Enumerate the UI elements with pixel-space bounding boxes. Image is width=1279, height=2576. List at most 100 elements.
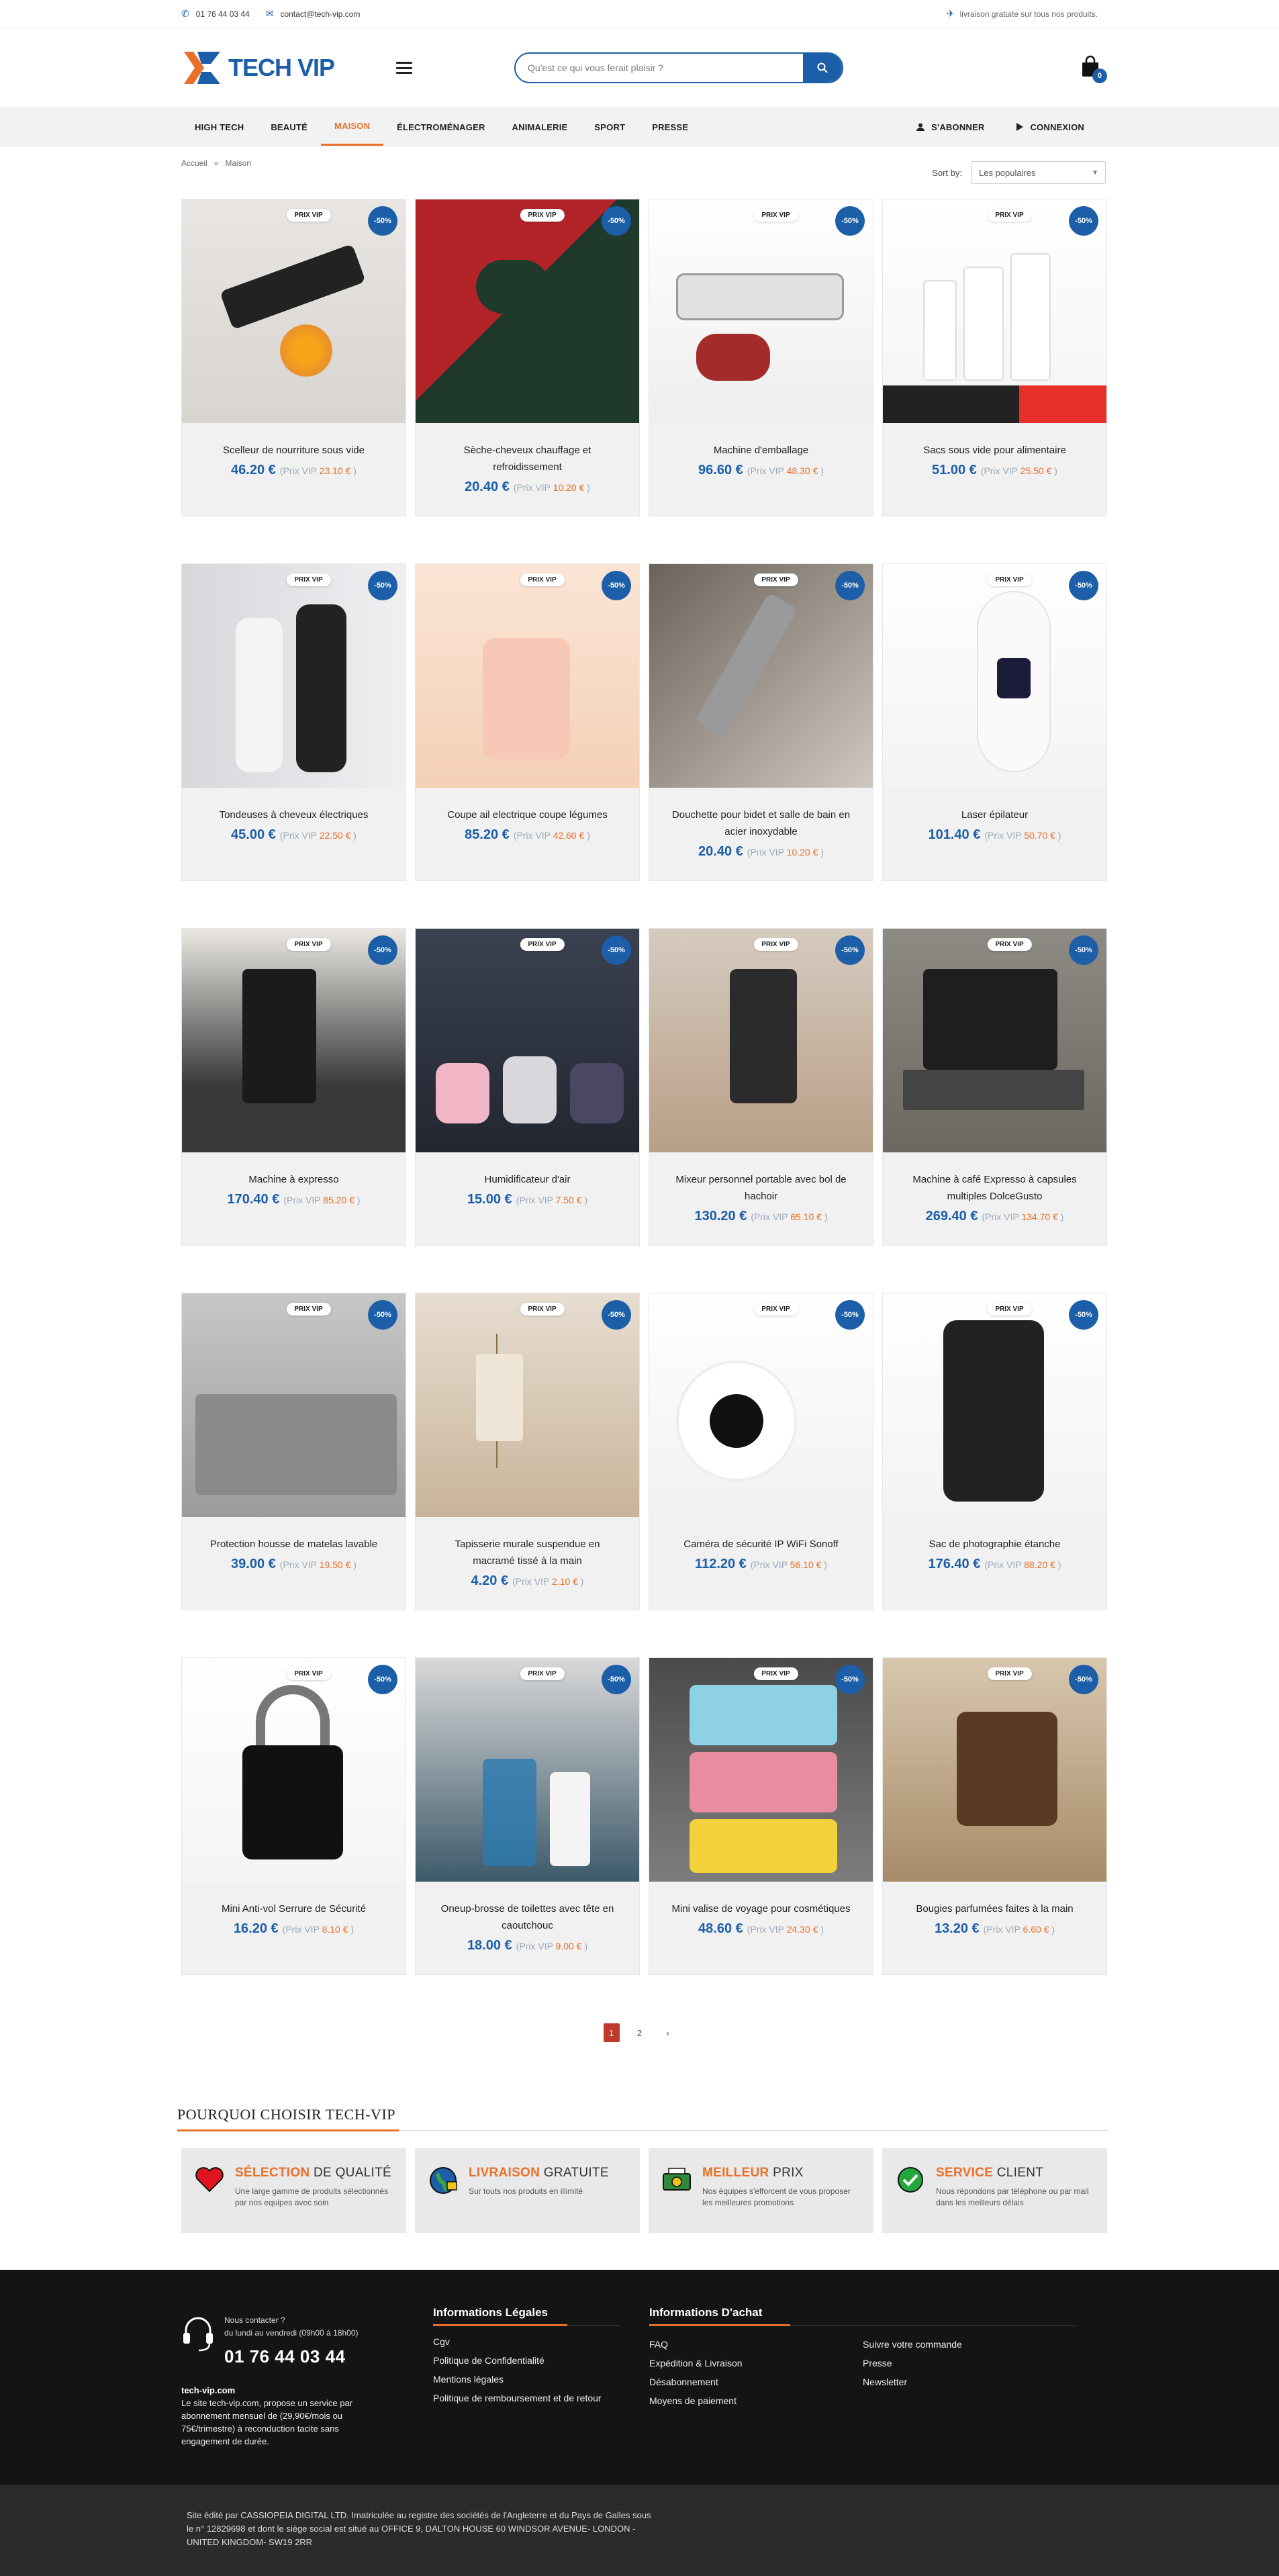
sort-control: Sort by: Les populaires ▼ xyxy=(932,161,1106,184)
product-card[interactable]: PRIX VIP -50% Caméra de sécurité IP WiFi S… xyxy=(649,1293,873,1610)
vip-badge: PRIX VIP xyxy=(753,209,798,222)
footer-link-faq[interactable]: FAQ xyxy=(649,2335,863,2354)
footer-link-newsletter[interactable]: Newsletter xyxy=(863,2373,1078,2391)
product-image[interactable]: PRIX VIP -50% xyxy=(182,1658,406,1882)
product-card[interactable]: PRIX VIP -50% Mini valise de voyage pour c… xyxy=(649,1657,873,1975)
product-card[interactable]: PRIX VIP -50% Bougies parfumées faites à l… xyxy=(882,1657,1107,1975)
product-name[interactable]: Scelleur de nourriture sous vide xyxy=(182,442,406,459)
product-image[interactable]: PRIX VIP -50% xyxy=(649,1293,873,1517)
product-image[interactable]: PRIX VIP -50% xyxy=(182,1293,406,1517)
footer-link-press[interactable]: Presse xyxy=(863,2354,1078,2373)
footer-phone[interactable]: 01 76 44 03 44 xyxy=(224,2346,359,2367)
nav-sport[interactable]: SPORT xyxy=(581,108,638,146)
subscribe-link[interactable]: S'ABONNER xyxy=(903,108,998,146)
product-card[interactable]: PRIX VIP -50% Scelleur de nourriture sous … xyxy=(181,199,406,516)
product-name[interactable]: Humidificateur d'air xyxy=(416,1171,639,1188)
nav-beaute[interactable]: BEAUTÉ xyxy=(257,108,321,146)
product-card[interactable]: PRIX VIP -50% Machine à expresso 170.40 € (P… xyxy=(181,928,406,1246)
product-name[interactable]: Mini valise de voyage pour cosmétiques xyxy=(649,1900,873,1917)
vip-price: (Prix VIP 24.30 € ) xyxy=(747,1924,824,1935)
product-name[interactable]: Mixeur personnel portable avec bol de ha… xyxy=(649,1171,873,1205)
cart-button[interactable]: 0 xyxy=(1079,55,1107,83)
product-name[interactable]: Mini Anti-vol Serrure de Sécurité xyxy=(182,1900,406,1917)
product-name[interactable]: Coupe ail electrique coupe légumes xyxy=(416,807,639,823)
footer-link-unsubscribe[interactable]: Désabonnement xyxy=(649,2373,863,2391)
product-image[interactable]: PRIX VIP -50% xyxy=(416,199,639,423)
breadcrumb-home[interactable]: Accueil xyxy=(181,158,207,168)
nav-maison[interactable]: MAISON xyxy=(320,108,384,146)
product-price: 51.00 € (Prix VIP 25.50 € ) xyxy=(932,463,1057,477)
product-card[interactable]: PRIX VIP -50% Oneup-brosse de toilettes av… xyxy=(415,1657,640,1975)
product-name[interactable]: Tondeuses à cheveux électriques xyxy=(182,807,406,823)
product-image[interactable]: PRIX VIP -50% xyxy=(649,929,873,1152)
product-card[interactable]: PRIX VIP -50% Tapisserie murale suspendue … xyxy=(415,1293,640,1610)
product-card[interactable]: PRIX VIP -50% Protection housse de matelas… xyxy=(181,1293,406,1610)
footer-link-mentions[interactable]: Mentions légales xyxy=(433,2373,620,2386)
nav-high-tech[interactable]: HIGH TECH xyxy=(181,108,257,146)
topbar-email[interactable]: ✉ contact@tech-vip.com xyxy=(266,8,361,19)
product-image[interactable]: PRIX VIP -50% xyxy=(416,929,639,1152)
product-image[interactable]: PRIX VIP -50% xyxy=(883,1293,1106,1517)
nav-electromenager[interactable]: ÉLECTROMÉNAGER xyxy=(383,108,498,146)
product-name[interactable]: Sac de photographie étanche xyxy=(883,1536,1106,1553)
logo[interactable]: TECH VIP xyxy=(181,49,335,87)
product-name[interactable]: Protection housse de matelas lavable xyxy=(182,1536,406,1553)
product-image[interactable]: PRIX VIP -50% xyxy=(416,1293,639,1517)
sort-select[interactable]: Les populaires ▼ xyxy=(972,161,1106,184)
product-name[interactable]: Machine à café Expresso à capsules multi… xyxy=(883,1171,1106,1205)
product-card[interactable]: PRIX VIP -50% Mini Anti-vol Serrure de Séc… xyxy=(181,1657,406,1975)
product-card[interactable]: PRIX VIP -50% Laser épilateur 101.40 € (Prix… xyxy=(882,563,1107,881)
nav-animalerie[interactable]: ANIMALERIE xyxy=(499,108,581,146)
product-image[interactable]: PRIX VIP -50% xyxy=(416,564,639,788)
product-image[interactable]: PRIX VIP -50% xyxy=(649,564,873,788)
vip-price: (Prix VIP 42.60 € ) xyxy=(513,830,590,841)
product-image[interactable]: PRIX VIP -50% xyxy=(182,199,406,423)
topbar-phone[interactable]: ✆ 01 76 44 03 44 xyxy=(181,8,250,19)
product-card[interactable]: PRIX VIP -50% Mixeur personnel portable av… xyxy=(649,928,873,1246)
hamburger-menu-icon[interactable] xyxy=(396,62,413,74)
footer-link-refund[interactable]: Politique de remboursement et de retour xyxy=(433,2391,620,2405)
product-card[interactable]: PRIX VIP -50% Coupe ail electrique coupe l… xyxy=(415,563,640,881)
product-card[interactable]: PRIX VIP -50% Humidificateur d'air 15.00 €(… xyxy=(415,928,640,1246)
product-card[interactable]: PRIX VIP -50% Sèche-cheveux chauffage et r… xyxy=(415,199,640,516)
product-name[interactable]: Sacs sous vide pour alimentaire xyxy=(883,442,1106,459)
product-name[interactable]: Oneup-brosse de toilettes avec tête en c… xyxy=(416,1900,639,1934)
product-name[interactable]: Bougies parfumées faites à la main xyxy=(883,1900,1106,1917)
next-page-button[interactable]: › xyxy=(660,2023,676,2042)
product-name[interactable]: Caméra de sécurité IP WiFi Sonoff xyxy=(649,1536,873,1553)
product-image[interactable]: PRIX VIP -50% xyxy=(883,199,1106,423)
product-image[interactable]: PRIX VIP -50% xyxy=(649,1658,873,1882)
product-name[interactable]: Douchette pour bidet et salle de bain en… xyxy=(649,807,873,840)
product-image[interactable]: PRIX VIP -50% xyxy=(182,564,406,788)
product-name[interactable]: Laser épilateur xyxy=(883,807,1106,823)
header: TECH VIP 0 xyxy=(0,28,1279,107)
product-card[interactable]: PRIX VIP -50% Sacs sous vide pour alimenta… xyxy=(882,199,1107,516)
product-name[interactable]: Tapisserie murale suspendue en macramé t… xyxy=(416,1536,639,1569)
product-image[interactable]: PRIX VIP -50% xyxy=(416,1658,639,1882)
product-card[interactable]: PRIX VIP -50% Sac de photographie étanche 1… xyxy=(882,1293,1107,1610)
product-image[interactable]: PRIX VIP -50% xyxy=(883,1658,1106,1882)
product-image[interactable]: PRIX VIP -50% xyxy=(182,929,406,1152)
product-image[interactable]: PRIX VIP -50% xyxy=(883,564,1106,788)
footer-link-shipping[interactable]: Expédition & Livraison xyxy=(649,2354,863,2373)
product-name[interactable]: Machine d'emballage xyxy=(649,442,873,459)
product-name[interactable]: Machine à expresso xyxy=(182,1171,406,1188)
product-name[interactable]: Sèche-cheveux chauffage et refroidisseme… xyxy=(416,442,639,475)
page-1[interactable]: 1 xyxy=(603,2023,620,2042)
product-card[interactable]: PRIX VIP -50% Tondeuses à cheveux électriq… xyxy=(181,563,406,881)
footer-link-privacy[interactable]: Politique de Confidentialité xyxy=(433,2354,620,2367)
product-card[interactable]: PRIX VIP -50% Machine à café Expresso à ca… xyxy=(882,928,1107,1246)
product-card[interactable]: PRIX VIP -50% Machine d'emballage 96.60 € (P… xyxy=(649,199,873,516)
search-input[interactable] xyxy=(516,54,804,82)
discount-badge: -50% xyxy=(368,571,397,600)
product-image[interactable]: PRIX VIP -50% xyxy=(883,929,1106,1152)
footer-link-payment[interactable]: Moyens de paiement xyxy=(649,2391,863,2410)
footer-link-track-order[interactable]: Suivre votre commande xyxy=(863,2335,1078,2354)
product-image[interactable]: PRIX VIP -50% xyxy=(649,199,873,423)
product-card[interactable]: PRIX VIP -50% Douchette pour bidet et sall… xyxy=(649,563,873,881)
search-button[interactable] xyxy=(803,54,843,82)
nav-presse[interactable]: PRESSE xyxy=(638,108,702,146)
footer-link-cgv[interactable]: Cgv xyxy=(433,2335,620,2348)
login-link[interactable]: CONNEXION xyxy=(1003,108,1098,146)
page-2[interactable]: 2 xyxy=(632,2023,648,2042)
